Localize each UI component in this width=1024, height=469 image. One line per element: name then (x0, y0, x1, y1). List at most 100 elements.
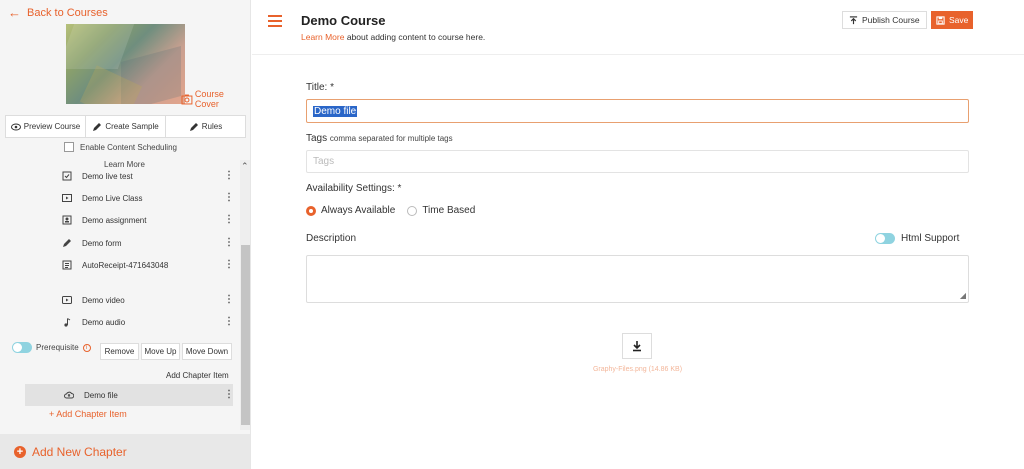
kebab-menu-icon[interactable]: ⋮ (224, 171, 234, 181)
floppy-disk-icon (936, 15, 945, 25)
kebab-menu-icon[interactable]: ⋮ (224, 295, 234, 305)
chapter-item[interactable]: Demo assignment ⋮ (62, 215, 234, 227)
back-to-courses-link[interactable]: ← Back to Courses (8, 5, 108, 20)
chapter-item[interactable]: Demo audio ⋮ (62, 317, 234, 329)
title-input[interactable]: Demo file (306, 99, 969, 123)
download-icon (633, 341, 641, 352)
time-based-radio[interactable]: Time Based (407, 205, 475, 216)
save-button[interactable]: Save (931, 11, 974, 29)
chapter-item[interactable]: Demo Live Class ⋮ (62, 193, 234, 205)
chapter-item-label: Demo file (84, 391, 118, 400)
checklist-icon (62, 171, 74, 183)
plus-circle-icon: + (14, 445, 26, 458)
chapter-item-label: AutoReceipt-471643048 (82, 261, 169, 270)
html-support-toggle[interactable]: Html Support (875, 233, 959, 244)
content-scheduling-option[interactable]: Enable Content Scheduling (64, 142, 177, 152)
page-header: Demo Course Learn More about adding cont… (252, 0, 1024, 55)
tags-label: Tags comma separated for multiple tags (306, 133, 453, 144)
chapter-item-label: Demo assignment (82, 216, 147, 225)
chapter-item[interactable]: AutoReceipt-471643048 ⋮ (62, 260, 234, 272)
learn-more-link[interactable]: Learn More (301, 32, 344, 42)
chevron-up-icon[interactable]: ⌃ (241, 161, 249, 172)
play-video-icon (62, 295, 74, 307)
html-support-switch[interactable] (875, 233, 895, 244)
kebab-menu-icon[interactable]: ⋮ (224, 317, 234, 327)
create-sample-button[interactable]: Create Sample (86, 116, 166, 137)
description-textarea[interactable]: ◢ (306, 255, 969, 303)
preview-course-label: Preview Course (23, 122, 81, 131)
kebab-menu-icon[interactable]: ⋮ (224, 238, 234, 248)
chapter-item-label: Demo Live Class (82, 194, 143, 203)
move-up-button[interactable]: Move Up (141, 343, 180, 360)
description-label: Description (306, 233, 357, 244)
info-icon[interactable]: i (82, 343, 91, 352)
pencil-icon (189, 122, 198, 131)
radio-selected-indicator (306, 205, 316, 216)
subtitle-text: about adding content to course here. (344, 32, 486, 42)
tags-hint: comma separated for multiple tags (329, 134, 453, 143)
prerequisite-label: Prerequisite (36, 343, 79, 352)
chapter-item[interactable]: Demo form ⋮ (62, 238, 234, 250)
add-chapter-item-button[interactable]: Add Chapter Item (166, 371, 229, 380)
camera-icon (181, 94, 193, 105)
cloud-upload-icon (64, 390, 76, 402)
upload-icon (849, 15, 858, 24)
radio-indicator (407, 205, 418, 216)
always-available-radio[interactable]: Always Available (306, 205, 395, 216)
hamburger-menu-icon[interactable] (268, 15, 282, 27)
scheduling-checkbox[interactable] (64, 142, 74, 152)
file-name: Graphy-Files.png (14.86 KB) (592, 366, 683, 373)
kebab-menu-icon[interactable]: ⋮ (224, 215, 234, 225)
remove-button[interactable]: Remove (100, 343, 139, 360)
tags-input[interactable]: Tags (306, 150, 969, 173)
kebab-menu-icon[interactable]: ⋮ (224, 193, 234, 203)
publish-course-label: Publish Course (862, 15, 920, 25)
receipt-icon (62, 260, 74, 272)
resize-grip-icon[interactable]: ◢ (960, 292, 966, 300)
html-support-label: Html Support (901, 233, 960, 244)
music-note-icon (62, 317, 74, 329)
kebab-menu-icon[interactable]: ⋮ (224, 390, 234, 400)
save-label: Save (949, 15, 969, 25)
prerequisite-toggle-row: Prerequisite i (12, 342, 91, 353)
scrollbar-thumb[interactable] (241, 245, 250, 425)
course-cover-button[interactable]: Course Cover (181, 89, 250, 109)
add-chapter-item-link[interactable]: + Add Chapter Item (49, 409, 127, 419)
sidebar: ← Back to Courses Course Cover Preview C… (0, 0, 251, 469)
course-actions-bar: Preview Course Create Sample Rules (5, 115, 246, 138)
learn-more-link[interactable]: Learn More (104, 160, 145, 169)
chapter-item-label: Demo audio (82, 318, 126, 327)
tags-label-text: Tags (306, 133, 328, 144)
sidebar-scrollbar[interactable]: ⌃ (240, 160, 250, 430)
chapter-item-label: Demo video (82, 296, 125, 305)
create-sample-label: Create Sample (105, 122, 159, 131)
chapter-item-label: Demo form (82, 239, 122, 248)
publish-course-button[interactable]: Publish Course (842, 11, 927, 29)
scheduling-label: Enable Content Scheduling (80, 142, 177, 152)
chapter-item[interactable]: Demo video ⋮ (62, 295, 234, 307)
add-new-chapter-label: Add New Chapter (32, 444, 127, 459)
eye-icon (10, 123, 21, 130)
download-file-button[interactable] (622, 333, 652, 359)
availability-options: Always Available Time Based (306, 205, 475, 216)
title-label: Title: * (306, 82, 334, 93)
chapter-item[interactable]: Demo live test ⋮ (62, 171, 234, 183)
kebab-menu-icon[interactable]: ⋮ (224, 260, 234, 270)
always-available-label: Always Available (321, 205, 396, 216)
tags-placeholder: Tags (313, 156, 335, 167)
chapter-item-selected[interactable]: Demo file ⋮ (64, 390, 234, 402)
video-class-icon (62, 193, 74, 205)
rules-button[interactable]: Rules (166, 116, 245, 137)
course-cover-image (66, 24, 185, 104)
pencil-icon (62, 238, 74, 250)
preview-course-button[interactable]: Preview Course (6, 116, 86, 137)
availability-label: Availability Settings: * (306, 183, 402, 194)
move-down-button[interactable]: Move Down (182, 343, 232, 360)
page-subtitle: Learn More about adding content to cours… (301, 32, 485, 42)
prerequisite-toggle[interactable] (12, 342, 32, 353)
time-based-label: Time Based (422, 205, 476, 216)
add-new-chapter-button[interactable]: + Add New Chapter (0, 434, 250, 469)
assignment-icon (62, 215, 74, 227)
title-input-value: Demo file (313, 105, 358, 117)
page-title: Demo Course (301, 13, 386, 28)
